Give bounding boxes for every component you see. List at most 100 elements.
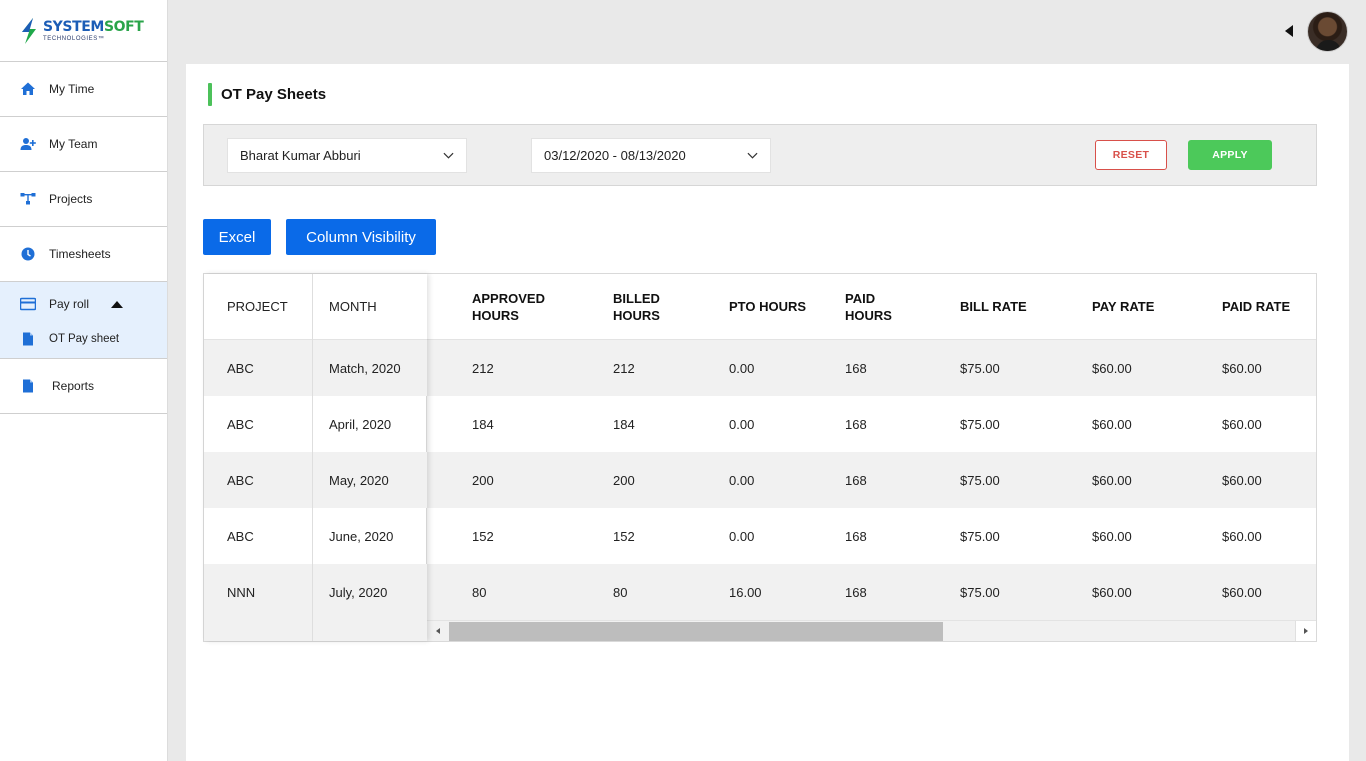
brand-subtitle: TECHNOLOGIES™ (43, 35, 105, 42)
scrollbar-thumb[interactable] (449, 622, 943, 641)
frozen-columns: PROJECT MONTH ABC Match, 2020 ABC April,… (204, 274, 427, 641)
cell-paid-rate: $60.00 (1222, 472, 1262, 488)
cell-pto-hours: 16.00 (729, 584, 762, 600)
cell-billed-hours: 184 (613, 416, 635, 432)
brand-logo[interactable]: SYSTEMSOFT TECHNOLOGIES™ (0, 0, 167, 62)
cell-paid-hours: 168 (845, 360, 867, 376)
sidebar-item-reports[interactable]: Reports (0, 359, 167, 414)
cell-pto-hours: 0.00 (729, 360, 755, 376)
sidebar-item-timesheets[interactable]: Timesheets (0, 227, 167, 282)
cell-approved-hours: 200 (472, 472, 494, 488)
sidebar-subitem-ot-pay-sheet[interactable]: OT Pay sheet (0, 326, 167, 358)
table-row: ABC June, 2020 (204, 508, 427, 564)
cell-paid-rate: $60.00 (1222, 584, 1262, 600)
add-user-icon (20, 138, 36, 150)
cell-approved-hours: 80 (472, 584, 487, 600)
cell-paid-hours: 168 (845, 584, 867, 600)
sidebar-item-label: Reports (52, 379, 95, 393)
employee-select[interactable]: Bharat Kumar Abburi (227, 138, 467, 173)
column-header-bill-rate[interactable]: BILL RATE (960, 274, 1080, 339)
cell-bill-rate: $75.00 (960, 416, 1000, 432)
column-header-paid-rate[interactable]: PAID RATE (1222, 274, 1316, 339)
cell-project: ABC (227, 416, 254, 432)
apply-button[interactable]: APPLY (1188, 140, 1272, 170)
sidebar-item-label: Projects (49, 192, 93, 206)
frozen-header-row: PROJECT MONTH (204, 274, 427, 340)
cell-billed-hours: 152 (613, 528, 635, 544)
cell-paid-hours: 168 (845, 472, 867, 488)
sidebar-item-projects[interactable]: Projects (0, 172, 167, 227)
column-header-approved-hours[interactable]: APPROVED HOURS (472, 274, 592, 339)
column-visibility-button[interactable]: Column Visibility (286, 219, 436, 255)
sidebar-item-label: Timesheets (49, 247, 111, 261)
table-row: ABC Match, 2020 (204, 340, 427, 396)
cell-paid-rate: $60.00 (1222, 528, 1262, 544)
cell-bill-rate: $75.00 (960, 360, 1000, 376)
cell-pay-rate: $60.00 (1092, 416, 1132, 432)
avatar[interactable] (1307, 11, 1348, 52)
table-row: ABC April, 2020 (204, 396, 427, 452)
clock-icon (21, 247, 35, 261)
cell-approved-hours: 184 (472, 416, 494, 432)
chevron-down-icon (747, 152, 758, 159)
column-header-pto-hours[interactable]: PTO HOURS (729, 274, 809, 339)
excel-export-button[interactable]: Excel (203, 219, 271, 255)
scroll-left-arrow-icon[interactable] (427, 621, 448, 641)
collapse-caret-icon[interactable] (111, 300, 124, 308)
scroll-right-arrow-icon[interactable] (1295, 621, 1316, 641)
column-header-billed-hours[interactable]: BILLED HOURS (613, 274, 703, 339)
logo-icon (22, 17, 36, 44)
date-range-select[interactable]: 03/12/2020 - 08/13/2020 (531, 138, 771, 173)
sidebar-item-my-time[interactable]: My Time (0, 62, 167, 117)
cell-approved-hours: 152 (472, 528, 494, 544)
sitemap-icon (20, 193, 36, 205)
cell-pay-rate: $60.00 (1092, 472, 1132, 488)
column-header-paid-hours[interactable]: PAID HOURS (845, 274, 925, 339)
employee-select-value: Bharat Kumar Abburi (240, 148, 361, 163)
sidebar-subitem-label: OT Pay sheet (49, 333, 120, 345)
table-row: NNN July, 2020 (204, 564, 427, 620)
column-header-project[interactable]: PROJECT (227, 274, 307, 339)
page-title: OT Pay Sheets (221, 86, 327, 103)
title-accent-bar (208, 83, 212, 106)
cell-approved-hours: 212 (472, 360, 494, 376)
column-header-month[interactable]: MONTH (329, 274, 419, 339)
cell-project: NNN (227, 584, 256, 600)
sidebar-item-my-team[interactable]: My Team (0, 117, 167, 172)
cell-bill-rate: $75.00 (960, 472, 1000, 488)
column-divider (312, 274, 313, 641)
cell-month: July, 2020 (329, 584, 388, 600)
reset-button[interactable]: RESET (1095, 140, 1167, 170)
sidebar: SYSTEMSOFT TECHNOLOGIES™ My Time My Team… (0, 0, 168, 761)
sidebar-item-payroll[interactable]: Pay roll (0, 282, 167, 326)
horizontal-scrollbar[interactable] (427, 620, 1316, 641)
cell-bill-rate: $75.00 (960, 584, 1000, 600)
cell-month: Match, 2020 (329, 360, 401, 376)
document-icon (23, 332, 33, 346)
sidebar-item-label: Pay roll (49, 297, 90, 311)
cell-pto-hours: 0.00 (729, 528, 755, 544)
sidebar-item-label: My Time (49, 82, 95, 96)
cell-month: May, 2020 (329, 472, 389, 488)
table-row: ABC May, 2020 (204, 452, 427, 508)
chevron-down-icon (443, 152, 454, 159)
cell-paid-rate: $60.00 (1222, 360, 1262, 376)
cell-project: ABC (227, 528, 254, 544)
frozen-footer-filler (204, 620, 427, 641)
cell-month: April, 2020 (329, 416, 392, 432)
cell-paid-hours: 168 (845, 416, 867, 432)
cell-month: June, 2020 (329, 528, 394, 544)
date-range-value: 03/12/2020 - 08/13/2020 (544, 148, 686, 163)
toggle-menu-arrow-icon[interactable] (1285, 25, 1293, 37)
filter-bar: Bharat Kumar Abburi 03/12/2020 - 08/13/2… (203, 124, 1317, 186)
cell-billed-hours: 80 (613, 584, 628, 600)
document-icon (23, 379, 33, 393)
cell-project: ABC (227, 360, 254, 376)
cell-paid-hours: 168 (845, 528, 867, 544)
main-panel: OT Pay Sheets Bharat Kumar Abburi 03/12/… (186, 64, 1349, 761)
pay-sheet-table: APPROVED HOURS BILLED HOURS PTO HOURS PA… (203, 273, 1317, 642)
cell-billed-hours: 200 (613, 472, 635, 488)
column-header-pay-rate[interactable]: PAY RATE (1092, 274, 1212, 339)
brand-name-part2: SOFT (103, 18, 144, 35)
home-icon (21, 82, 35, 95)
